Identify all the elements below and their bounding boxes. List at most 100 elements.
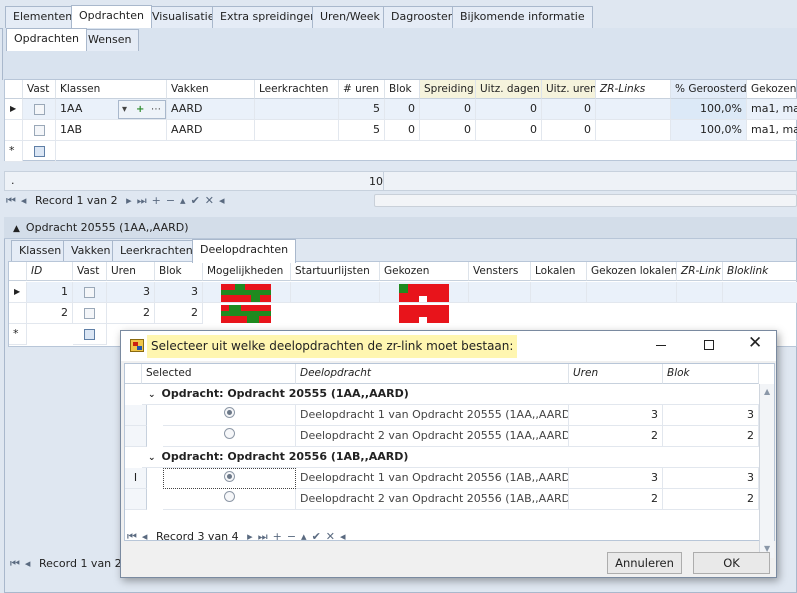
selected-radio[interactable] — [223, 491, 235, 502]
cancel-edit-icon[interactable]: ✕ — [205, 194, 214, 207]
first-record-icon[interactable]: ⏮ — [127, 530, 137, 544]
table-row-selected[interactable] — [163, 468, 296, 489]
prev-record-icon[interactable]: ◂ — [142, 530, 148, 543]
subtab-wensen[interactable]: Wensen — [80, 29, 140, 51]
table-row-uren[interactable]: 5 — [339, 99, 385, 120]
col-uren[interactable]: # uren — [339, 80, 385, 99]
table-row-blok[interactable]: 3 — [663, 405, 759, 426]
first-record-icon[interactable]: ⏮ — [6, 194, 16, 208]
table-row-uren[interactable]: 2 — [107, 303, 155, 324]
detail-tab-leerkrachten[interactable]: Leerkrachten — [112, 240, 201, 262]
table-row-leerkrachten[interactable] — [255, 99, 339, 120]
close-icon[interactable]: ✕ — [748, 333, 762, 353]
col-zr-link[interactable]: ZR-Link — [677, 262, 723, 281]
tab-visualisatie[interactable]: Visualisatie — [144, 6, 223, 28]
add-icon[interactable]: + — [136, 101, 144, 118]
new-row-indicator[interactable]: * — [9, 324, 27, 345]
detail-tab-klassen[interactable]: Klassen — [11, 240, 70, 262]
vast-checkbox[interactable] — [84, 328, 95, 340]
save-icon[interactable]: ✔ — [312, 530, 321, 543]
detail-tab-vakken[interactable]: Vakken — [63, 240, 119, 262]
table-row-gekozen[interactable]: ma1, ma2 — [747, 120, 797, 141]
col-klassen[interactable]: Klassen — [56, 80, 167, 99]
col-geroosterd[interactable]: % Geroosterd — [671, 80, 747, 99]
cancel-button[interactable]: Annuleren — [607, 552, 682, 574]
last-record-icon[interactable]: ⏭ — [258, 530, 268, 544]
col-vakken[interactable]: Vakken — [167, 80, 255, 99]
expand-icon[interactable]: ⌄ — [148, 453, 156, 463]
group-row[interactable]: ⌄ Opdracht: Opdracht 20555 (1AA,,AARD) — [142, 384, 759, 405]
selected-radio[interactable] — [223, 407, 235, 418]
table-row-zr-links[interactable] — [596, 99, 671, 120]
expand-icon[interactable]: ⌄ — [148, 390, 156, 400]
prev-record-icon[interactable]: ◂ — [21, 194, 27, 207]
col-blok[interactable]: Blok — [155, 262, 203, 281]
table-row-uitz-dagen[interactable]: 0 — [476, 99, 542, 120]
new-row-vast[interactable] — [73, 324, 107, 345]
table-row-uren[interactable]: 2 — [569, 426, 663, 447]
table-row-klassen[interactable]: 1AB — [56, 120, 167, 141]
minimize-icon[interactable] — [656, 345, 666, 346]
table-row-uren[interactable]: 3 — [569, 468, 663, 489]
table-row-deelopdracht[interactable]: Deelopdracht 1 van Opdracht 20555 (1AA,,… — [296, 405, 569, 426]
table-row-blok[interactable]: 2 — [663, 426, 759, 447]
vast-checkbox[interactable] — [33, 124, 45, 136]
col-uren[interactable]: Uren — [107, 262, 155, 281]
delete-record-icon[interactable]: − — [166, 194, 175, 207]
table-row-blok[interactable]: 2 — [663, 489, 759, 510]
new-row-indicator[interactable]: * — [5, 141, 23, 162]
tab-extra-spreidingen[interactable]: Extra spreidingen — [212, 6, 326, 28]
selected-radio[interactable] — [223, 428, 235, 439]
table-row-deelopdracht[interactable]: Deelopdracht 1 van Opdracht 20556 (1AB,,… — [296, 468, 569, 489]
table-row-uitz-uren[interactable]: 0 — [542, 99, 596, 120]
prev-record-icon[interactable]: ◂ — [25, 557, 31, 570]
table-row-vast[interactable] — [73, 282, 107, 303]
table-row-geroosterd[interactable]: 100,0% — [671, 120, 747, 141]
col-bloklink[interactable]: Bloklink — [723, 262, 797, 281]
col-deelopdracht[interactable]: Deelopdracht — [296, 364, 569, 384]
table-row-uitz-dagen[interactable]: 0 — [476, 120, 542, 141]
maximize-icon[interactable] — [704, 340, 714, 350]
row-indicator[interactable]: I — [125, 468, 147, 489]
vertical-scrollbar[interactable]: ▲ ▼ — [759, 384, 774, 558]
scroll-up-icon[interactable]: ▲ — [764, 387, 770, 396]
next-record-icon[interactable]: ▸ — [247, 530, 253, 543]
new-row-vast[interactable] — [23, 141, 56, 162]
col-uren[interactable]: Uren — [569, 364, 663, 384]
table-row-spreiding[interactable]: 0 — [420, 99, 476, 120]
table-row-vast[interactable] — [23, 120, 56, 141]
table-row-deelopdracht[interactable]: Deelopdracht 2 van Opdracht 20556 (1AB,,… — [296, 489, 569, 510]
table-row-vakken[interactable]: AARD — [167, 99, 255, 120]
more-icon[interactable]: ⋯ — [151, 101, 161, 118]
col-vast[interactable]: Vast — [23, 80, 56, 99]
table-row-vensters[interactable] — [469, 282, 531, 303]
detail-tab-deelopdrachten[interactable]: Deelopdrachten — [192, 239, 297, 263]
col-zr-links[interactable]: ZR-Links — [596, 80, 671, 99]
ok-button[interactable]: OK — [693, 552, 770, 574]
table-row-uren[interactable]: 3 — [107, 282, 155, 303]
col-blok[interactable]: Blok — [385, 80, 420, 99]
table-row-uitz-uren[interactable]: 0 — [542, 120, 596, 141]
table-row-leerkrachten[interactable] — [255, 120, 339, 141]
last-record-icon[interactable]: ⏭ — [137, 194, 147, 208]
col-gekozen[interactable]: Gekozen u — [747, 80, 797, 99]
table-row-selected[interactable] — [163, 405, 296, 426]
col-leerkrachten[interactable]: Leerkrachten — [255, 80, 339, 99]
group-row[interactable]: ⌄ Opdracht: Opdracht 20556 (1AB,,AARD) — [142, 447, 759, 468]
vast-checkbox[interactable] — [33, 103, 45, 115]
horizontal-scrollbar[interactable] — [374, 194, 797, 207]
subtab-opdrachten[interactable]: Opdrachten — [6, 28, 87, 51]
col-startuurlijsten[interactable]: Startuurlijsten — [291, 262, 380, 281]
col-vast[interactable]: Vast — [73, 262, 107, 281]
table-row-zr-links[interactable] — [596, 120, 671, 141]
table-row-startuurlijsten[interactable] — [291, 282, 380, 303]
cancel-edit-icon[interactable]: ✕ — [326, 530, 335, 543]
tab-uren-week[interactable]: Uren/Week — [312, 6, 388, 28]
col-blok[interactable]: Blok — [663, 364, 759, 384]
table-row-blok[interactable]: 3 — [663, 468, 759, 489]
col-spreiding[interactable]: Spreiding — [420, 80, 476, 99]
table-row-vakken[interactable]: AARD — [167, 120, 255, 141]
col-lokalen[interactable]: Lokalen — [531, 262, 587, 281]
save-icon[interactable]: ✔ — [191, 194, 200, 207]
detail-header[interactable]: ▲ Opdracht 20555 (1AA,,AARD) — [4, 217, 797, 239]
